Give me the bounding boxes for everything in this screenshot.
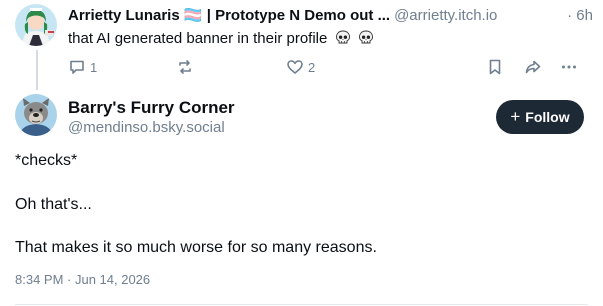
skull-emoji — [358, 30, 373, 44]
like-icon — [287, 60, 303, 74]
post-time[interactable]: · 6h — [567, 6, 593, 26]
author-handle[interactable]: @arrietty.itch.io — [394, 7, 497, 24]
parent-post[interactable]: Arrietty Lunaris 🏳️‍⚧️ | Prototype N Dem… — [0, 0, 603, 90]
bookmark-button[interactable] — [486, 56, 504, 78]
more-button[interactable] — [560, 56, 578, 78]
skull-emoji — [335, 30, 350, 44]
like-button[interactable]: 2 — [286, 56, 315, 78]
post-text-line: That makes it so much worse for so many … — [15, 239, 377, 256]
author-name[interactable]: Barry's Furry Corner — [68, 97, 235, 119]
post-actions: 1 2 — [68, 56, 589, 78]
avatar[interactable] — [15, 4, 57, 46]
post-text: that AI generated banner in their profil… — [68, 30, 328, 47]
thread-line — [36, 50, 38, 90]
reply-button[interactable]: 1 — [68, 56, 97, 78]
share-icon — [525, 60, 541, 74]
author-handle[interactable]: @mendinso.bsky.social — [68, 118, 225, 138]
post-text-line: *checks* — [15, 152, 78, 169]
bookmark-icon — [489, 59, 501, 75]
avatar[interactable] — [15, 94, 57, 136]
post-text-line: Oh that's... — [15, 196, 92, 213]
repost-icon — [179, 60, 191, 74]
reply-count: 1 — [90, 59, 98, 75]
parent-post-text: that AI generated banner in their profil… — [68, 29, 374, 49]
follow-button[interactable]: + Follow — [496, 100, 584, 134]
parent-post-header: Arrietty Lunaris 🏳️‍⚧️ | Prototype N Dem… — [68, 6, 593, 26]
like-count: 2 — [308, 59, 316, 75]
plus-icon: + — [510, 107, 521, 126]
share-button[interactable] — [524, 56, 542, 78]
more-icon — [562, 65, 576, 69]
reply-icon — [70, 60, 84, 74]
author-name[interactable]: Arrietty Lunaris 🏳️‍⚧️ | Prototype N Dem… — [68, 7, 390, 24]
follow-label: Follow — [525, 109, 570, 125]
main-post: Barry's Furry Corner @mendinso.bsky.soci… — [0, 88, 603, 306]
divider — [15, 304, 588, 305]
post-timestamp[interactable]: 8:34 PM · Jun 14, 2026 — [15, 271, 150, 289]
repost-button[interactable] — [176, 56, 194, 78]
